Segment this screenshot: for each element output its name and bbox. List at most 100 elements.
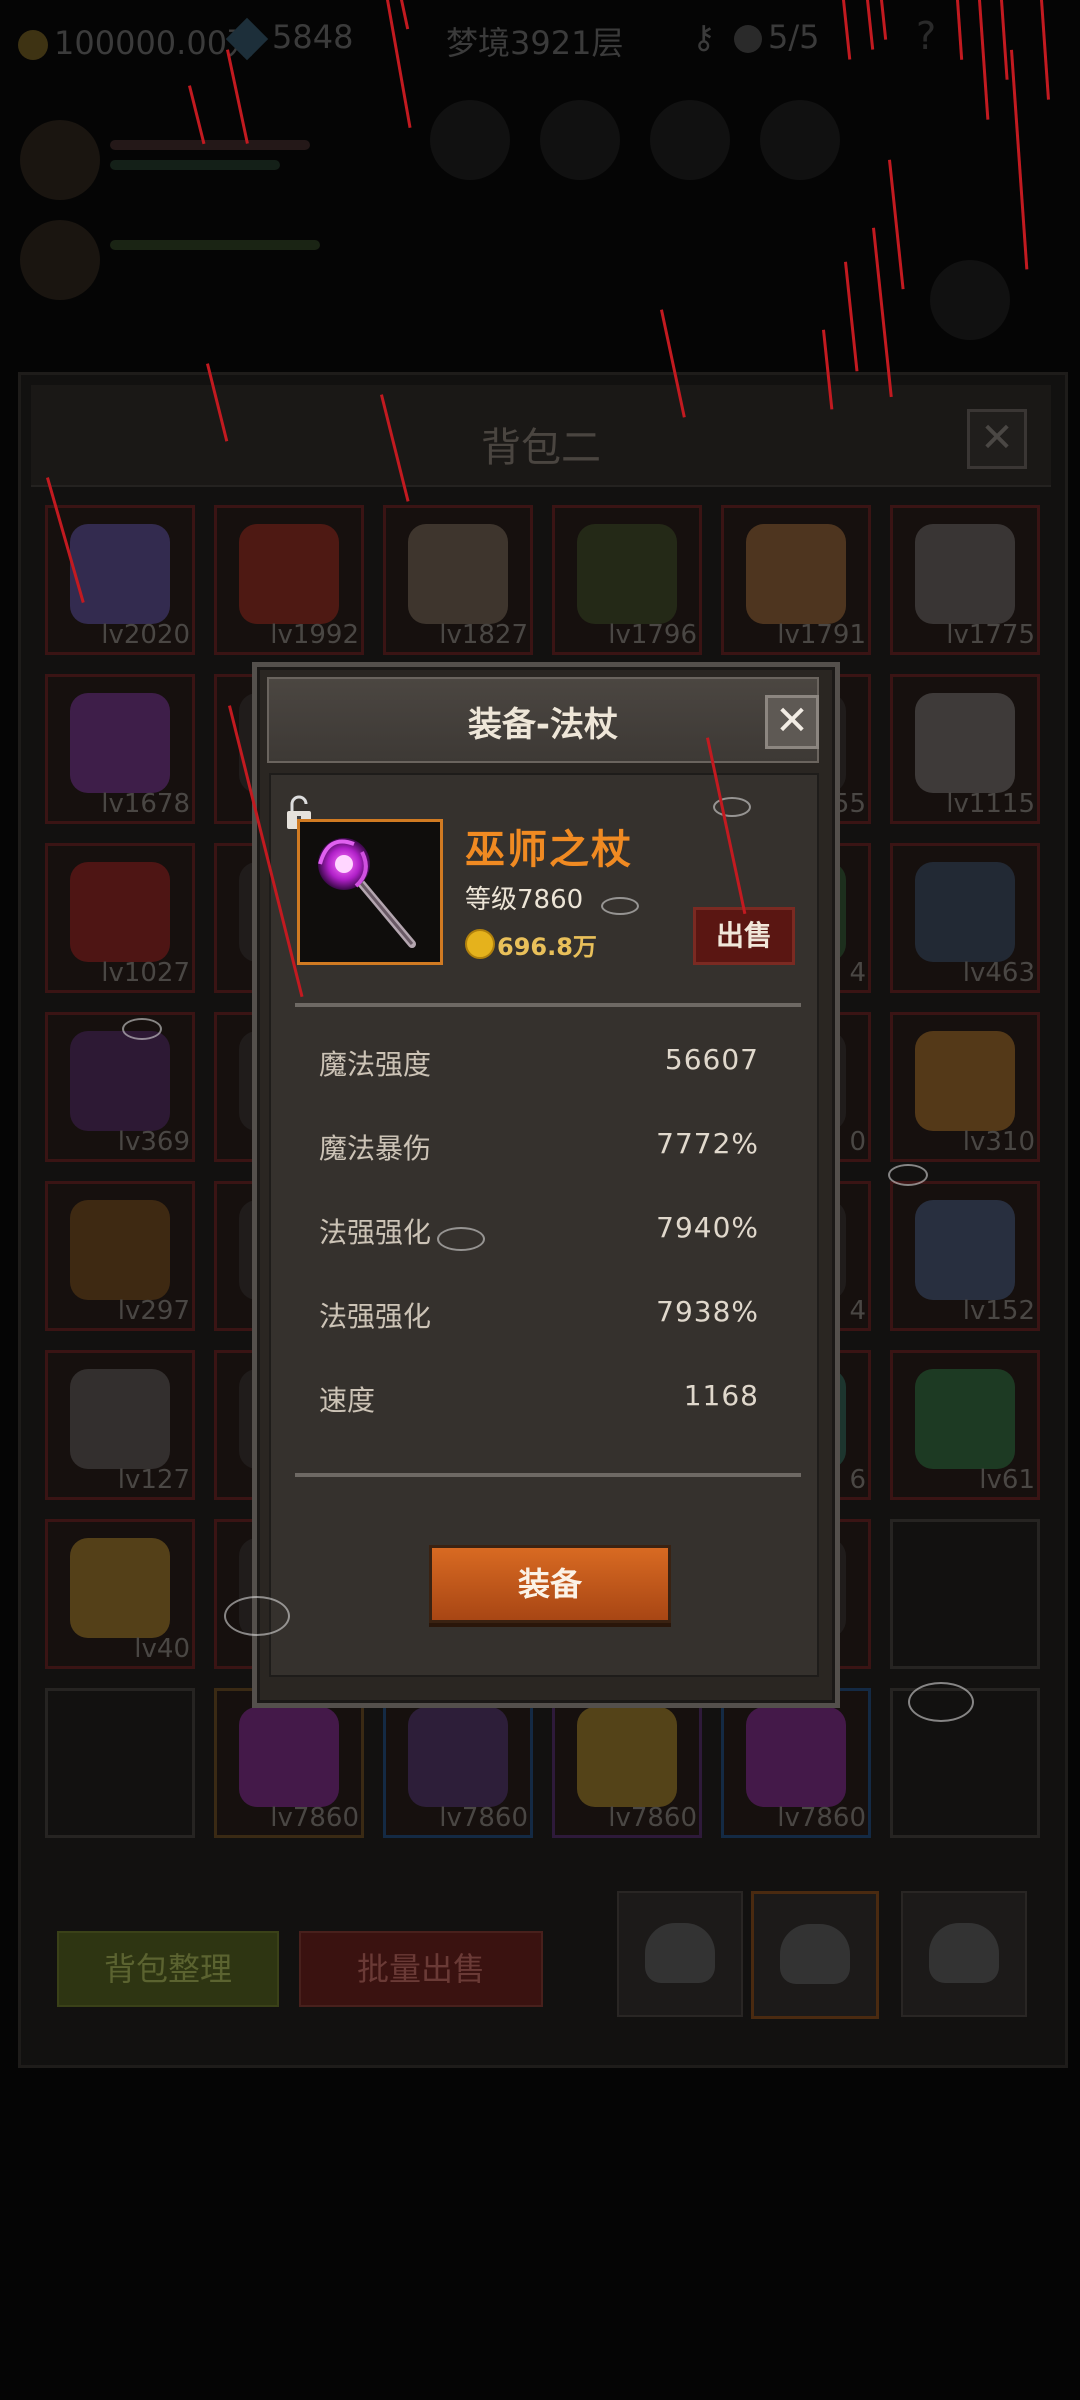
item-level-label: lv1775: [946, 620, 1035, 650]
sort-bag-button[interactable]: 背包整理: [57, 1931, 279, 2007]
skill-icon: [430, 100, 510, 180]
item-name: 巫师之杖: [465, 827, 633, 873]
key-icon: ⚷: [692, 18, 716, 56]
swirl-effect: [888, 1164, 928, 1186]
item-level-label: lv7860: [777, 1803, 866, 1833]
item-icon: [70, 862, 170, 962]
item-level-label: lv7860: [270, 1803, 359, 1833]
bag-tab-3[interactable]: [901, 1891, 1027, 2017]
item-icon: [408, 524, 508, 624]
stat-value: 56607: [664, 1043, 759, 1076]
stat-row: 法强强化 7938%: [319, 1295, 759, 1335]
inventory-slot[interactable]: lv152: [890, 1181, 1040, 1331]
inventory-slot[interactable]: lv7860: [721, 1688, 871, 1838]
item-level-label: lv1791: [777, 620, 866, 650]
divider: [295, 1003, 801, 1007]
item-icon-frame[interactable]: [297, 819, 443, 965]
inventory-slot[interactable]: lv1992: [214, 505, 364, 655]
backpack-title: 背包二: [481, 425, 601, 471]
modal-close-button[interactable]: ✕: [765, 695, 819, 749]
bag-tab-1[interactable]: [617, 1891, 743, 2017]
stat-name: 魔法暴伤: [319, 1132, 432, 1165]
stat-row: 法强强化 7940%: [319, 1211, 759, 1251]
gold-counter: 100000.00万: [18, 18, 259, 64]
hero-portrait: [20, 220, 100, 300]
item-level-label: lv1992: [270, 620, 359, 650]
swirl-effect: [601, 897, 639, 915]
inventory-slot[interactable]: lv463: [890, 843, 1040, 993]
item-level-label: lv1027: [101, 958, 190, 988]
swirl-effect: [224, 1596, 290, 1636]
equipment-detail-modal: 装备-法杖 ✕ 巫师之杖 等级7860 696.8万 出售 魔法强度 56607…: [252, 662, 840, 1708]
skull-counter: 5/5: [734, 18, 820, 56]
inventory-slot[interactable]: lv7860: [552, 1688, 702, 1838]
inventory-slot[interactable]: lv1027: [45, 843, 195, 993]
empty-slot[interactable]: [45, 1688, 195, 1838]
item-level-label: lv1678: [101, 789, 190, 819]
hero-row: [20, 210, 320, 300]
inventory-slot[interactable]: lv1796: [552, 505, 702, 655]
hero-hp-bar: [110, 140, 310, 150]
inventory-slot[interactable]: lv369: [45, 1012, 195, 1162]
skill-icon: [650, 100, 730, 180]
item-level-label: lv463: [962, 958, 1035, 988]
stat-row: 魔法强度 56607: [319, 1043, 759, 1083]
sell-button[interactable]: 出售: [693, 907, 795, 965]
inventory-slot[interactable]: lv1115: [890, 674, 1040, 824]
bag-tab-2[interactable]: [751, 1891, 879, 2019]
backpack-icon: [929, 1923, 999, 1983]
staff-icon: [318, 838, 416, 948]
hero-portrait: [20, 120, 100, 200]
inventory-slot[interactable]: lv1775: [890, 505, 1040, 655]
item-icon: [915, 862, 1015, 962]
inventory-slot[interactable]: lv1827: [383, 505, 533, 655]
item-level-label: lv61: [979, 1465, 1035, 1495]
gold-coin-icon: [465, 929, 495, 959]
rain-streak: [844, 261, 859, 372]
item-icon: [239, 1707, 339, 1807]
stat-name: 魔法强度: [319, 1048, 432, 1081]
backpack-icon: [645, 1923, 715, 1983]
hero-row: [20, 110, 320, 200]
gem-icon: [225, 17, 269, 61]
item-icon: [915, 1031, 1015, 1131]
bulk-sell-button[interactable]: 批量出售: [299, 1931, 543, 2007]
inventory-slot[interactable]: lv2020: [45, 505, 195, 655]
item-sell-price: 696.8万: [497, 933, 597, 961]
gem-counter: 5848: [225, 17, 354, 61]
inventory-slot[interactable]: lv310: [890, 1012, 1040, 1162]
item-level-label: lv152: [962, 1296, 1035, 1326]
inventory-slot[interactable]: lv127: [45, 1350, 195, 1500]
rain-streak: [1010, 49, 1029, 270]
inventory-slot[interactable]: lv7860: [214, 1688, 364, 1838]
divider: [295, 1473, 801, 1477]
item-level-label: lv297: [117, 1296, 190, 1326]
backpack-title-bar: 背包二 ✕: [31, 385, 1051, 487]
swirl-effect: [122, 1018, 162, 1040]
inventory-slot[interactable]: lv40: [45, 1519, 195, 1669]
inventory-slot[interactable]: lv61: [890, 1350, 1040, 1500]
inventory-slot[interactable]: lv1791: [721, 505, 871, 655]
rain-streak: [888, 159, 905, 290]
skull-amount: 5/5: [768, 18, 820, 56]
stat-value: 7938%: [656, 1295, 759, 1328]
item-icon: [915, 1369, 1015, 1469]
stat-value: 7940%: [656, 1211, 759, 1244]
gem-amount: 5848: [272, 18, 354, 56]
item-level-label: 4: [849, 1296, 866, 1326]
item-level-label: lv310: [962, 1127, 1035, 1157]
stat-row: 魔法暴伤 7772%: [319, 1127, 759, 1167]
stat-value: 1168: [683, 1379, 759, 1412]
backpack-close-button[interactable]: ✕: [967, 409, 1027, 469]
floor-label: 梦境3921层: [446, 24, 624, 62]
inventory-slot[interactable]: lv297: [45, 1181, 195, 1331]
inventory-slot[interactable]: lv7860: [383, 1688, 533, 1838]
inventory-slot[interactable]: lv1678: [45, 674, 195, 824]
empty-slot[interactable]: [890, 1519, 1040, 1669]
item-level-label: lv1115: [946, 789, 1035, 819]
item-icon: [70, 1538, 170, 1638]
item-icon: [70, 1200, 170, 1300]
equip-button[interactable]: 装备: [429, 1545, 671, 1623]
item-icon: [70, 524, 170, 624]
help-icon[interactable]: ?: [916, 14, 936, 58]
